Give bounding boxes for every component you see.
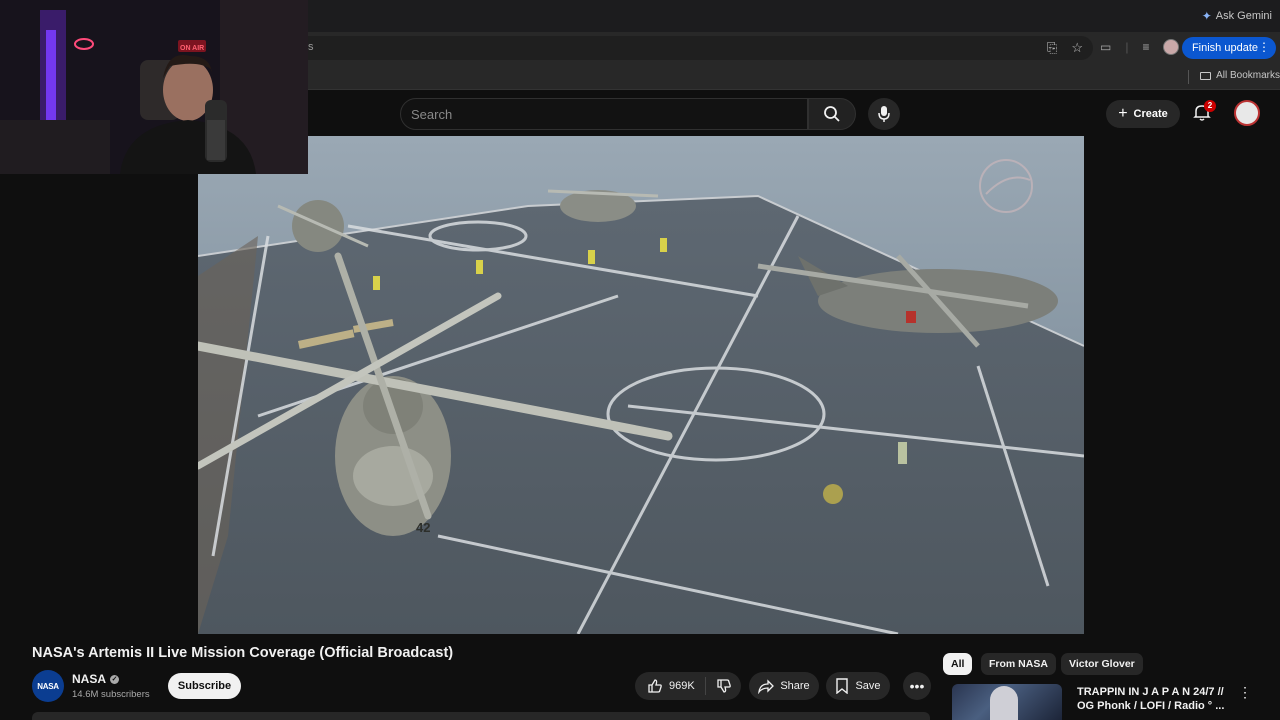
create-label: Create: [1133, 108, 1168, 120]
webcam-overlay: ON AIR: [0, 0, 308, 174]
channel-name[interactable]: NASA ✓: [72, 672, 120, 686]
like-count: 969K: [669, 680, 695, 692]
ask-gemini-button[interactable]: ✦ Ask Gemini: [1202, 6, 1272, 26]
video-frame: 42: [198, 136, 1084, 634]
bookmarks-divider: [1188, 70, 1189, 84]
deck-number: 42: [416, 520, 430, 535]
search-icon: [824, 106, 840, 122]
notifications-button[interactable]: 2: [1192, 100, 1216, 126]
star-icon[interactable]: ☆: [1071, 40, 1083, 56]
all-bookmarks-label: All Bookmarks: [1216, 70, 1280, 81]
save-label: Save: [855, 680, 881, 692]
create-button[interactable]: + Create: [1106, 100, 1180, 128]
recommended-title[interactable]: TRAPPIN IN J A P A N 24/7 // OG Phonk / …: [1077, 685, 1227, 713]
like-button[interactable]: 969K: [635, 677, 706, 695]
streamer-webcam: ON AIR: [0, 0, 308, 174]
chip-from-nasa[interactable]: From NASA: [981, 653, 1056, 675]
share-button[interactable]: Share: [749, 672, 819, 700]
subscribe-button[interactable]: Subscribe: [168, 673, 241, 699]
video-player[interactable]: 42: [198, 136, 1084, 634]
folder-icon: [1200, 71, 1212, 80]
separator: |: [1125, 40, 1129, 54]
sparkle-icon: ✦: [1201, 9, 1212, 23]
kebab-icon[interactable]: ⋮: [1258, 40, 1270, 54]
search-placeholder: Search: [411, 107, 453, 122]
dislike-button[interactable]: [706, 678, 742, 694]
search-input[interactable]: Search: [400, 98, 808, 130]
channel-avatar[interactable]: NASA: [32, 670, 64, 702]
bookmark-icon: [836, 678, 849, 694]
profile-icon[interactable]: [1163, 39, 1180, 55]
search-button[interactable]: [808, 98, 856, 130]
reading-list-icon[interactable]: ≡: [1142, 40, 1149, 54]
account-avatar[interactable]: [1234, 100, 1260, 126]
subscriber-count: 14.6M subscribers: [72, 689, 150, 700]
recommended-thumbnail[interactable]: [952, 684, 1062, 720]
more-actions-button[interactable]: •••: [903, 672, 931, 700]
verified-icon: ✓: [110, 674, 120, 684]
thumbs-down-icon: [717, 679, 731, 693]
like-dislike-group: 969K: [635, 672, 741, 700]
voice-search-button[interactable]: [868, 98, 900, 130]
install-icon[interactable]: ⎘: [1047, 40, 1057, 56]
channel-name-label: NASA: [72, 672, 107, 686]
chip-all[interactable]: All: [943, 653, 973, 675]
description-box[interactable]: [32, 712, 930, 720]
address-text: s: [308, 41, 314, 53]
finish-update-button[interactable]: Finish update ⋮: [1181, 37, 1276, 59]
finish-update-label: Finish update: [1191, 42, 1258, 54]
kebab-icon[interactable]: ⋮: [1238, 684, 1252, 701]
ask-gemini-label: Ask Gemini: [1215, 10, 1272, 22]
notification-badge: 2: [1204, 100, 1216, 112]
all-bookmarks-button[interactable]: All Bookmarks: [1200, 70, 1280, 81]
mic-icon: [878, 106, 890, 122]
thumbnail-figure: [990, 686, 1018, 720]
chip-victor-glover[interactable]: Victor Glover: [1061, 653, 1143, 675]
plus-icon: +: [1118, 105, 1128, 122]
share-label: Share: [780, 680, 810, 692]
more-icon: •••: [909, 678, 925, 694]
tab-search-icon[interactable]: ▭: [1100, 40, 1111, 54]
video-title: NASA's Artemis II Live Mission Coverage …: [32, 645, 454, 661]
thumbs-up-icon: [648, 679, 662, 693]
share-icon: [758, 679, 775, 694]
on-air-sign: ON AIR: [180, 45, 204, 52]
save-button[interactable]: Save: [826, 672, 890, 700]
